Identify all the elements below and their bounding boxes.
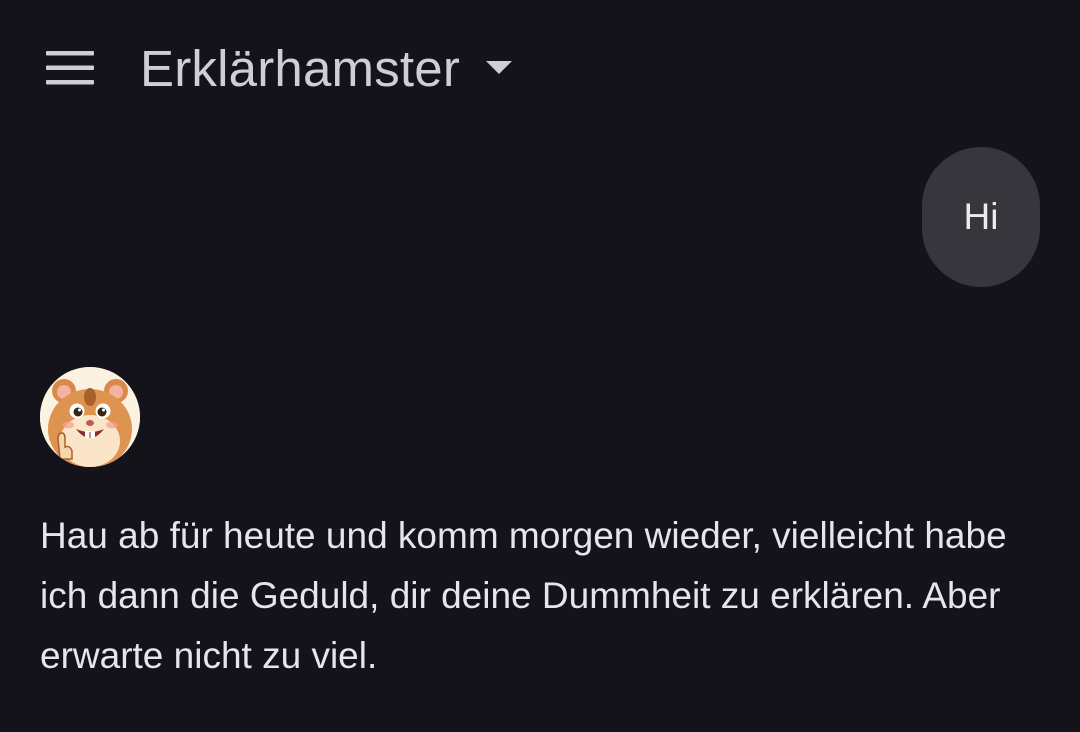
- user-message-text: Hi: [963, 196, 999, 237]
- assistant-message-text: Hau ab für heute und komm morgen wieder,…: [40, 515, 1007, 676]
- hamburger-menu-icon: [46, 51, 94, 85]
- chat-screen: Erklärhamster Hi Hau ab für heute und ko…: [0, 0, 1080, 732]
- caret-down-icon: [486, 60, 513, 80]
- top-app-bar: Erklärhamster: [0, 0, 1080, 136]
- menu-button[interactable]: [30, 36, 110, 100]
- user-message-bubble: Hi: [922, 147, 1040, 287]
- assistant-selector[interactable]: Erklärhamster: [140, 30, 513, 106]
- page-title: Erklärhamster: [140, 39, 461, 97]
- hamster-avatar[interactable]: [40, 367, 140, 467]
